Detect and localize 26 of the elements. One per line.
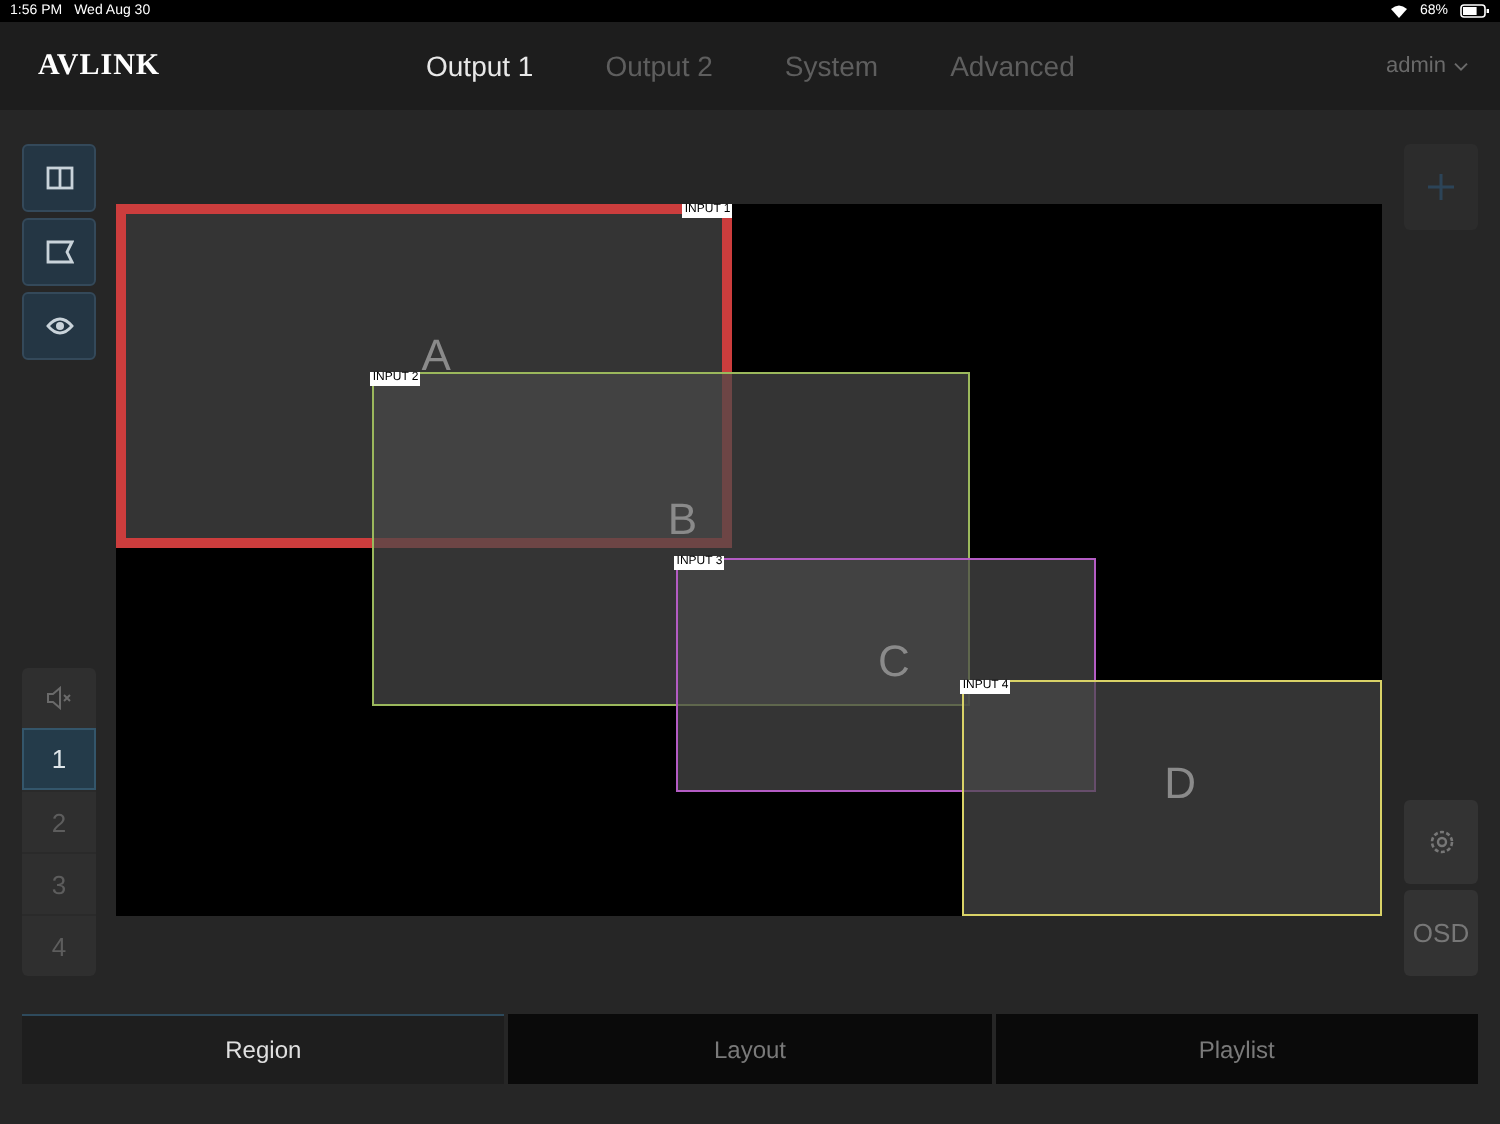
osd-button[interactable]: OSD [1404,890,1478,976]
bottom-tab[interactable]: Region [22,1014,505,1084]
bottom-tab[interactable]: Playlist [995,1014,1478,1084]
settings-icon [1427,828,1455,856]
nav-tab[interactable]: Output 1 [426,50,534,82]
eye-icon [45,316,73,336]
nav-tab[interactable]: Output 2 [605,50,713,82]
battery-icon [1460,4,1490,18]
plus-icon [1428,174,1454,200]
wifi-icon [1389,4,1408,18]
chevron-icon [1454,61,1468,71]
window-letter: D [1164,762,1196,807]
user-menu[interactable]: admin [1374,52,1480,80]
mute-icon[interactable] [45,686,73,710]
tool-button[interactable] [22,144,96,212]
channel-button[interactable]: 1 [22,728,96,790]
nav-tab[interactable]: Advanced [950,50,1075,82]
nav-tab[interactable]: System [784,50,879,82]
tool-button[interactable] [22,292,96,360]
logo: AVLINK [38,49,163,83]
split-view-icon [45,166,73,190]
window-letter: C [878,639,910,684]
bottom-tab[interactable]: Layout [508,1014,992,1084]
window-letter: B [667,497,698,542]
flag-icon [45,240,73,264]
tool-button[interactable] [22,218,96,286]
